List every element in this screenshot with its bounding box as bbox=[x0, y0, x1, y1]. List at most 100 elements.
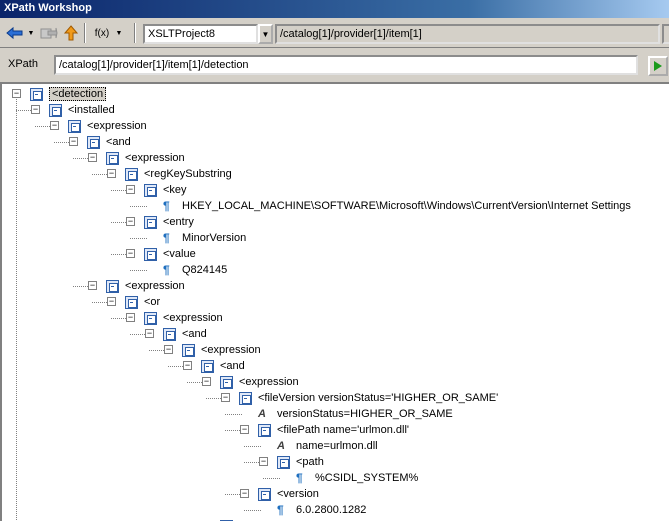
text-node-icon: ¶ bbox=[163, 230, 170, 245]
element-node-icon bbox=[220, 375, 233, 389]
tree-node[interactable]: ¶ MinorVersion bbox=[147, 230, 246, 246]
text-node-icon: ¶ bbox=[296, 470, 303, 485]
tree-node-label: <entry bbox=[163, 216, 194, 228]
tree-node-label: HKEY_LOCAL_MACHINE\SOFTWARE\Microsoft\Wi… bbox=[182, 200, 631, 212]
project-dropdown-button[interactable]: ▼ bbox=[258, 24, 273, 44]
tree-node[interactable]: − <expression bbox=[126, 310, 223, 326]
tree-node[interactable]: − <regKeySubstring bbox=[107, 166, 232, 182]
collapse-toggle-icon[interactable]: − bbox=[183, 361, 192, 370]
element-node-icon bbox=[144, 311, 157, 325]
tree-node[interactable]: − <expression bbox=[202, 374, 299, 390]
text-node-icon: ¶ bbox=[277, 502, 284, 517]
tree-node[interactable]: − <and bbox=[183, 358, 245, 374]
tree-node[interactable]: − <and bbox=[69, 134, 131, 150]
xpath-input[interactable] bbox=[54, 55, 638, 75]
xpath-label: XPath bbox=[8, 58, 38, 70]
text-node-icon: ¶ bbox=[163, 262, 170, 277]
collapse-toggle-icon[interactable]: − bbox=[126, 249, 135, 258]
up-button[interactable] bbox=[62, 22, 80, 44]
tree-node-label: %CSIDL_SYSTEM% bbox=[315, 472, 419, 484]
collapse-toggle-icon[interactable]: − bbox=[221, 393, 230, 402]
collapse-toggle-icon[interactable]: − bbox=[107, 169, 116, 178]
tree-node[interactable]: Aname=urlmon.dll bbox=[261, 438, 378, 454]
up-arrow-icon bbox=[64, 25, 78, 41]
function-button[interactable]: f(x) bbox=[92, 22, 112, 44]
tree-connector bbox=[130, 238, 147, 239]
element-node-icon bbox=[30, 87, 43, 101]
attribute-node-icon: A bbox=[277, 439, 285, 452]
tree-node-label: <expression bbox=[125, 280, 185, 292]
toolbar-separator bbox=[84, 23, 86, 43]
chevron-down-icon: ▼ bbox=[261, 29, 270, 39]
element-node-icon bbox=[106, 279, 119, 293]
collapse-toggle-icon[interactable]: − bbox=[202, 377, 211, 386]
function-dropdown-button[interactable]: ▼ bbox=[114, 22, 124, 44]
element-node-icon bbox=[87, 135, 100, 149]
collapse-toggle-icon[interactable]: − bbox=[107, 297, 116, 306]
xpath-bar: XPath bbox=[0, 52, 669, 80]
element-node-icon bbox=[182, 343, 195, 357]
tree-node[interactable]: − <version bbox=[240, 486, 319, 502]
element-node-icon bbox=[49, 103, 62, 117]
tree-node-label: name=urlmon.dll bbox=[296, 440, 378, 452]
tree-node[interactable]: − <entry bbox=[126, 214, 194, 230]
tree-node[interactable]: − <detection bbox=[12, 86, 107, 102]
tree-node[interactable]: − <or bbox=[107, 294, 160, 310]
forward-button[interactable] bbox=[38, 22, 60, 44]
evaluate-button[interactable] bbox=[648, 56, 668, 76]
tree-node[interactable]: AversionStatus=HIGHER_OR_SAME bbox=[242, 406, 453, 422]
tree-node-label: <or bbox=[144, 296, 161, 308]
back-dropdown-button[interactable]: ▼ bbox=[26, 22, 36, 44]
collapse-toggle-icon[interactable]: − bbox=[126, 313, 135, 322]
collapse-toggle-icon[interactable]: − bbox=[145, 329, 154, 338]
element-node-icon bbox=[258, 423, 271, 437]
tree-node-label: MinorVersion bbox=[182, 232, 247, 244]
tree-node[interactable]: − <path bbox=[259, 454, 324, 470]
collapse-toggle-icon[interactable]: − bbox=[259, 457, 268, 466]
tree-node-label: <value bbox=[163, 248, 196, 260]
element-node-icon bbox=[125, 167, 138, 181]
tree-node[interactable]: − <expression bbox=[88, 150, 185, 166]
collapse-toggle-icon[interactable]: − bbox=[69, 137, 78, 146]
tree-node[interactable]: − <expression bbox=[50, 118, 147, 134]
tree-node[interactable]: ¶ Q824145 bbox=[147, 262, 227, 278]
tree-connector bbox=[263, 478, 280, 479]
tree-node[interactable]: ¶ %CSIDL_SYSTEM% bbox=[280, 470, 418, 486]
element-node-icon bbox=[106, 151, 119, 165]
tree-node[interactable]: − <filePath name='urlmon.dll' bbox=[240, 422, 409, 438]
collapse-toggle-icon[interactable]: − bbox=[31, 105, 40, 114]
collapse-toggle-icon[interactable]: − bbox=[126, 185, 135, 194]
collapse-toggle-icon[interactable]: − bbox=[126, 217, 135, 226]
tree-node-label: 6.0.2800.1282 bbox=[296, 504, 367, 516]
tree-node[interactable]: − <expression bbox=[164, 342, 261, 358]
tree-node[interactable]: − <and bbox=[145, 326, 207, 342]
dropdown-arrow-icon: ▼ bbox=[27, 29, 35, 37]
tree-node-label: <key bbox=[163, 184, 187, 196]
back-arrow-icon bbox=[6, 26, 23, 40]
tree-node[interactable]: − <installed bbox=[31, 102, 115, 118]
collapse-toggle-icon[interactable]: − bbox=[12, 89, 21, 98]
tree-node[interactable]: ¶ 6.0.2800.1282 bbox=[261, 502, 366, 518]
project-select[interactable]: XSLTProject8 bbox=[143, 24, 258, 44]
tree-node-label: <expression bbox=[87, 120, 147, 132]
xml-tree-view[interactable]: − <detection − <installed − <expression − <and −… bbox=[0, 82, 669, 521]
collapse-toggle-icon[interactable]: − bbox=[50, 121, 59, 130]
current-path-extra bbox=[662, 24, 669, 44]
collapse-toggle-icon[interactable]: − bbox=[88, 153, 97, 162]
tree-node[interactable]: − <value bbox=[126, 246, 196, 262]
tree-connector bbox=[244, 446, 261, 447]
collapse-toggle-icon[interactable]: − bbox=[164, 345, 173, 354]
tree-node-label: <filePath name='urlmon.dll' bbox=[277, 424, 409, 436]
tree-node-label: <installed bbox=[68, 104, 115, 116]
tree-node[interactable]: ¶ HKEY_LOCAL_MACHINE\SOFTWARE\Microsoft\W… bbox=[147, 198, 631, 214]
tree-node[interactable]: − <key bbox=[126, 182, 187, 198]
collapse-toggle-icon[interactable]: − bbox=[88, 281, 97, 290]
tree-guide-line bbox=[16, 94, 17, 521]
collapse-toggle-icon[interactable]: − bbox=[240, 489, 249, 498]
tree-connector bbox=[130, 270, 147, 271]
back-button[interactable] bbox=[3, 22, 27, 44]
tree-node-label: <regKeySubstring bbox=[144, 168, 232, 180]
tree-node[interactable]: − <expression bbox=[88, 278, 185, 294]
tree-node[interactable]: − <fileVersion versionStatus='HIGHER_OR_S… bbox=[221, 390, 498, 406]
collapse-toggle-icon[interactable]: − bbox=[240, 425, 249, 434]
